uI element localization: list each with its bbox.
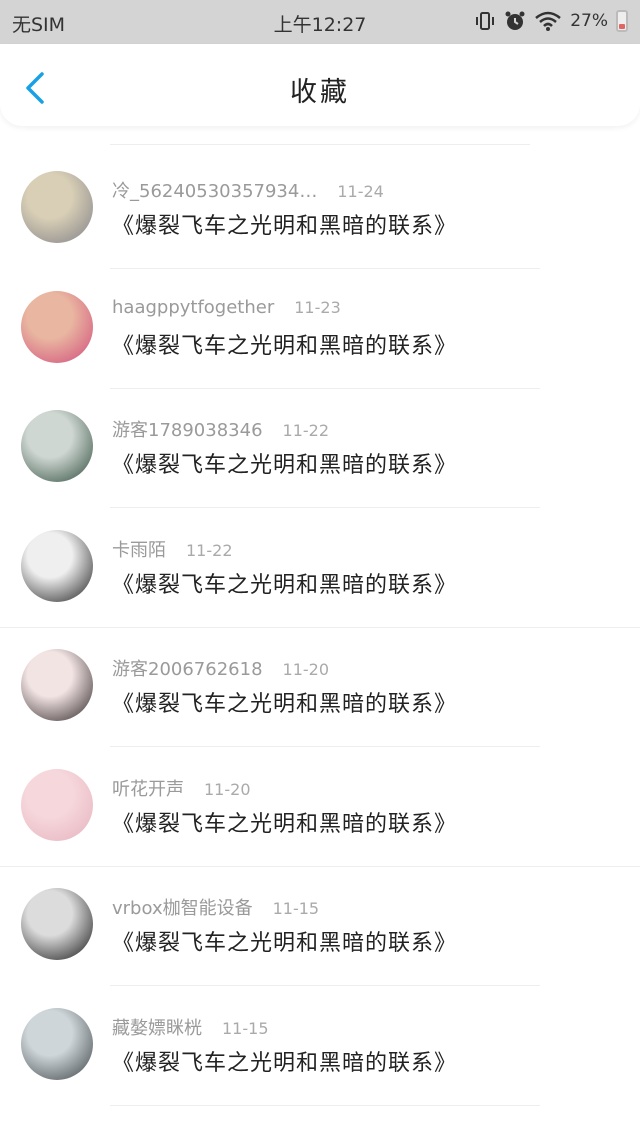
divider bbox=[110, 1104, 540, 1106]
item-date: 11-24 bbox=[337, 182, 384, 201]
username[interactable]: haagppytfogether bbox=[112, 297, 274, 318]
item-date: 11-23 bbox=[294, 297, 341, 317]
battery-percent: 27% bbox=[570, 11, 608, 31]
vibrate-icon bbox=[474, 9, 496, 33]
battery-level bbox=[619, 24, 625, 29]
item-meta: haagppytfogether 11-23 bbox=[112, 297, 341, 318]
favorite-item[interactable]: 藏嫯嫖眯桄 11-15 《爆裂飞车之光明和黑暗的联系》 bbox=[0, 987, 640, 1106]
divider bbox=[110, 144, 530, 145]
username[interactable]: vrbox枷智能设备 bbox=[112, 898, 253, 919]
avatar[interactable] bbox=[21, 529, 93, 602]
item-title[interactable]: 《爆裂飞车之光明和黑暗的联系》 bbox=[112, 686, 457, 718]
item-date: 11-15 bbox=[222, 1018, 269, 1038]
page-title: 收藏 bbox=[290, 77, 350, 108]
item-date: 11-20 bbox=[204, 779, 251, 799]
avatar[interactable] bbox=[21, 649, 93, 721]
avatar[interactable] bbox=[21, 171, 93, 243]
avatar[interactable] bbox=[21, 1007, 93, 1080]
favorite-item[interactable]: haagppytfogether 11-23 《爆裂飞车之光明和黑暗的联系》 bbox=[0, 270, 640, 389]
item-date: 11-22 bbox=[282, 421, 330, 440]
avatar[interactable] bbox=[21, 290, 93, 363]
battery-icon bbox=[616, 10, 628, 32]
item-title[interactable]: 《爆裂飞车之光明和黑暗的联系》 bbox=[112, 925, 457, 957]
status-bar: 无SIM 上午12:27 27% bbox=[0, 0, 640, 44]
item-meta: vrbox枷智能设备 11-15 bbox=[112, 894, 319, 920]
item-meta: 藏嫯嫖眯桄 11-15 bbox=[112, 1014, 269, 1040]
username[interactable]: 藏嫯嫖眯桄 bbox=[112, 1018, 202, 1039]
avatar[interactable] bbox=[21, 410, 93, 482]
username[interactable]: 冷_56240530357934… bbox=[112, 181, 317, 202]
item-title[interactable]: 《爆裂飞车之光明和黑暗的联系》 bbox=[112, 806, 457, 838]
username[interactable]: 听花开声 bbox=[112, 779, 184, 800]
item-title[interactable]: 《爆裂飞车之光明和黑暗的联系》 bbox=[112, 208, 457, 240]
item-title[interactable]: 《爆裂飞车之光明和黑暗的联系》 bbox=[112, 1045, 457, 1077]
favorite-item[interactable]: 游客2006762618 11-20 《爆裂飞车之光明和黑暗的联系》 bbox=[0, 628, 640, 747]
favorite-item[interactable]: 听花开声 11-20 《爆裂飞车之光明和黑暗的联系》 bbox=[0, 748, 640, 867]
favorite-item[interactable]: vrbox枷智能设备 11-15 《爆裂飞车之光明和黑暗的联系》 bbox=[0, 867, 640, 986]
item-date: 11-20 bbox=[282, 660, 330, 679]
item-title[interactable]: 《爆裂飞车之光明和黑暗的联系》 bbox=[112, 328, 457, 360]
item-date: 11-15 bbox=[272, 899, 320, 918]
username[interactable]: 游客1789038346 bbox=[112, 420, 263, 441]
alarm-icon bbox=[504, 9, 526, 33]
header: 收藏 bbox=[0, 44, 640, 126]
status-icons: 27% bbox=[474, 9, 628, 33]
avatar[interactable] bbox=[21, 888, 93, 960]
item-meta: 游客1789038346 11-22 bbox=[112, 416, 329, 442]
username[interactable]: 游客2006762618 bbox=[112, 659, 263, 680]
item-meta: 听花开声 11-20 bbox=[112, 775, 251, 801]
favorite-item[interactable]: 卡雨陌 11-22 《爆裂飞车之光明和黑暗的联系》 bbox=[0, 509, 640, 628]
item-date: 11-22 bbox=[186, 540, 233, 560]
item-meta: 游客2006762618 11-20 bbox=[112, 655, 329, 681]
favorite-item[interactable]: 冷_56240530357934… 11-24 《爆裂飞车之光明和黑暗的联系》 bbox=[0, 150, 640, 269]
item-meta: 冷_56240530357934… 11-24 bbox=[112, 177, 384, 203]
item-title[interactable]: 《爆裂飞车之光明和黑暗的联系》 bbox=[112, 567, 457, 599]
favorite-item[interactable]: 游客1789038346 11-22 《爆裂飞车之光明和黑暗的联系》 bbox=[0, 389, 640, 508]
item-meta: 卡雨陌 11-22 bbox=[112, 536, 233, 562]
wifi-icon bbox=[534, 9, 562, 33]
avatar[interactable] bbox=[21, 768, 93, 841]
username[interactable]: 卡雨陌 bbox=[112, 540, 166, 561]
item-title[interactable]: 《爆裂飞车之光明和黑暗的联系》 bbox=[112, 447, 457, 479]
